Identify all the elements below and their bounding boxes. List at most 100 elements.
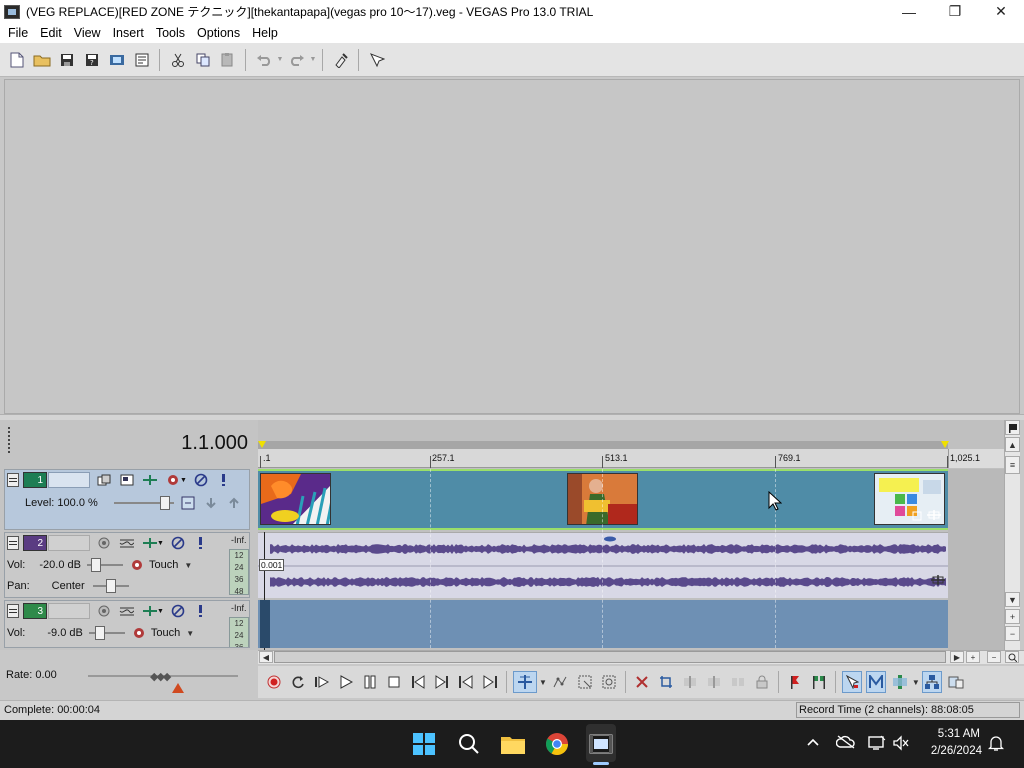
close-button[interactable]: ✕ [978, 0, 1024, 23]
maximize-button[interactable]: ❐ [932, 0, 978, 23]
network-icon[interactable] [868, 735, 886, 754]
make-compositing-child-icon[interactable] [118, 472, 136, 488]
start-menu-icon[interactable] [410, 730, 438, 758]
audio-track-lane[interactable] [258, 600, 948, 648]
scroll-thumb[interactable]: ≡ [1005, 456, 1020, 474]
record-icon[interactable] [264, 671, 284, 693]
collapse-track-icon[interactable] [7, 473, 19, 487]
minimize-button[interactable]: — [886, 0, 932, 23]
play-from-start-icon[interactable] [312, 671, 332, 693]
paste-icon[interactable] [217, 49, 239, 71]
loop-start-icon[interactable] [258, 441, 266, 448]
insert-region-icon[interactable] [809, 671, 829, 693]
loop-playback-icon[interactable] [288, 671, 308, 693]
go-to-end-icon[interactable] [432, 671, 452, 693]
scroll-left-icon[interactable]: ◀ [259, 651, 273, 663]
file-explorer-icon[interactable] [499, 730, 527, 758]
show-hidden-icons-icon[interactable] [806, 735, 820, 750]
mute-icon[interactable] [169, 535, 187, 551]
insert-marker-icon[interactable] [785, 671, 805, 693]
chrome-icon[interactable] [543, 730, 571, 758]
menu-view[interactable]: View [68, 26, 107, 40]
enable-snapping-tool-icon[interactable] [946, 671, 966, 693]
pan-slider[interactable] [92, 579, 129, 593]
undo-dropdown-icon[interactable]: ▼ [276, 56, 284, 63]
collapse-track-icon[interactable] [7, 536, 19, 550]
fx-dropdown-icon[interactable]: ▼ [180, 477, 187, 484]
taskbar-clock-date[interactable]: 2/26/2024 [918, 745, 982, 757]
undo-icon[interactable] [253, 49, 275, 71]
auto-ripple-icon[interactable] [841, 671, 862, 693]
vegas-app-icon[interactable] [4, 4, 20, 19]
rate-slider-handle-icon[interactable]: ◆◆◆ [150, 670, 171, 683]
redo-dropdown-icon[interactable]: ▼ [309, 56, 317, 63]
redo-icon[interactable] [286, 49, 308, 71]
ignore-event-grouping-icon[interactable] [921, 671, 942, 693]
stop-icon[interactable] [384, 671, 404, 693]
automation-dropdown-icon[interactable]: ▼ [186, 629, 194, 638]
render-as-icon[interactable] [106, 49, 128, 71]
audio-event-fx-icon[interactable] [930, 574, 946, 586]
zoom-edit-tool-icon[interactable] [599, 671, 619, 693]
copy-icon[interactable] [192, 49, 214, 71]
automation-dropdown-icon[interactable]: ▼ [184, 561, 192, 570]
normal-edit-tool-icon[interactable] [513, 671, 537, 693]
lock-envelopes-icon[interactable] [890, 671, 910, 693]
compositing-mode-icon[interactable] [95, 472, 113, 488]
loop-region-bar[interactable] [258, 441, 948, 449]
onedrive-offline-icon[interactable] [835, 735, 856, 752]
menu-tools[interactable]: Tools [150, 26, 191, 40]
mute-icon[interactable] [169, 603, 187, 619]
timeline-empty-area[interactable] [948, 469, 1004, 650]
go-to-start-icon[interactable] [408, 671, 428, 693]
selection-edit-tool-icon[interactable] [575, 671, 595, 693]
track-fx-icon[interactable] [130, 625, 148, 641]
menu-options[interactable]: Options [191, 26, 246, 40]
volume-muted-icon[interactable] [892, 735, 910, 754]
new-file-icon[interactable] [6, 49, 28, 71]
vegas-pro-taskbar-icon[interactable] [587, 730, 615, 758]
split-icon[interactable] [728, 671, 748, 693]
zoom-out-time-icon[interactable]: − [987, 651, 1001, 663]
track-name-field[interactable] [48, 472, 90, 488]
horizontal-scroll-thumb[interactable] [274, 651, 946, 663]
audio-track-header[interactable]: 3 ▼ Vol: -9.0 dB Touch ▼ -Inf. 12 24 36 [4, 600, 250, 648]
taskbar-clock-time[interactable]: 5:31 AM [930, 728, 980, 740]
arm-for-record-icon[interactable] [95, 535, 113, 551]
invert-phase-icon[interactable] [118, 535, 136, 551]
track-fx-chain-icon[interactable] [179, 495, 197, 511]
time-ruler[interactable] [258, 449, 948, 468]
enable-snapping-icon[interactable] [330, 49, 352, 71]
edit-tool-dropdown-icon[interactable]: ▼ [539, 678, 547, 687]
audio-track-header[interactable]: 2 ▼ Vol: -20.0 dB Touch ▼ Pan: Center -I… [4, 532, 250, 598]
auto-crossfade-icon[interactable] [865, 671, 886, 693]
ripple-dropdown-icon[interactable]: ▼ [912, 678, 920, 687]
video-track-header[interactable]: 1 ▼ Level: 100.0 % [4, 469, 250, 530]
fx-dropdown-icon[interactable]: ▼ [157, 540, 164, 547]
volume-slider[interactable] [86, 558, 123, 572]
invert-phase-icon[interactable] [118, 603, 136, 619]
arm-for-record-icon[interactable] [95, 603, 113, 619]
play-icon[interactable] [336, 671, 356, 693]
lock-icon[interactable] [752, 671, 772, 693]
open-folder-icon[interactable] [31, 49, 53, 71]
envelope-edit-tool-icon[interactable] [551, 671, 571, 693]
track-motion-icon[interactable] [141, 472, 159, 488]
whats-this-help-icon[interactable] [366, 49, 388, 71]
menu-edit[interactable]: Edit [34, 26, 68, 40]
level-slider[interactable] [113, 496, 174, 510]
loop-end-icon[interactable] [941, 441, 949, 448]
menu-insert[interactable]: Insert [107, 26, 150, 40]
scroll-down-icon[interactable]: ▼ [1005, 592, 1020, 607]
save-icon[interactable] [56, 49, 78, 71]
pause-icon[interactable] [360, 671, 380, 693]
event-crop-icon[interactable] [912, 510, 922, 521]
volume-slider[interactable] [88, 626, 125, 640]
event-fx-icon[interactable] [926, 509, 942, 521]
automation-mode[interactable]: Touch [149, 559, 178, 571]
save-as-icon[interactable]: ? [81, 49, 103, 71]
automation-mode[interactable]: Touch [151, 627, 180, 639]
track-name-field[interactable] [48, 603, 90, 619]
trim-start-icon[interactable] [680, 671, 700, 693]
solo-icon[interactable] [192, 535, 210, 551]
